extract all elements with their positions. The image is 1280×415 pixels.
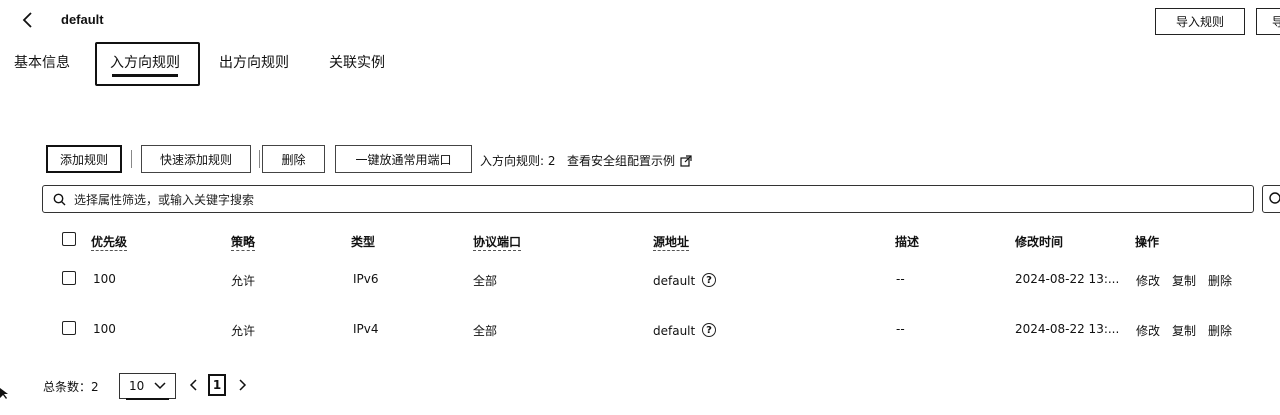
row-modified: 2024-08-22 13:... [1015, 322, 1120, 336]
tab-basic-info[interactable]: 基本信息 [14, 52, 70, 72]
col-header-desc: 描述 [895, 235, 920, 249]
delete-button[interactable]: 删除 [262, 145, 325, 173]
tab-associated-instances[interactable]: 关联实例 [329, 52, 385, 72]
row-priority: 100 [93, 272, 116, 286]
total-count: 总条数：2 [43, 380, 99, 394]
search-placeholder: 选择属性筛选，或输入关键字搜索 [74, 192, 255, 207]
toolbar-divider [131, 150, 132, 168]
import-rules-button[interactable]: 导入规则 [1155, 8, 1245, 35]
next-page-icon[interactable] [235, 376, 249, 394]
open-common-ports-button[interactable]: 一键放通常用端口 [335, 145, 472, 173]
chevron-down-icon [154, 382, 166, 390]
row-type: IPv4 [353, 322, 379, 336]
search-icon [1269, 192, 1280, 204]
search-icon [53, 193, 66, 205]
col-header-priority[interactable]: 优先级 [91, 235, 128, 251]
external-link-icon [680, 154, 692, 167]
search-submit-button[interactable] [1262, 185, 1280, 213]
row-checkbox[interactable] [62, 321, 76, 335]
tab-outbound-rules[interactable]: 出方向规则 [219, 52, 289, 72]
toolbar-divider [259, 150, 260, 168]
active-tab-indicator [112, 74, 178, 77]
col-header-modified: 修改时间 [1015, 235, 1064, 249]
col-header-actions: 操作 [1135, 235, 1160, 249]
page-size-select[interactable]: 10 [119, 373, 176, 400]
page-number-current[interactable]: 1 [208, 374, 226, 396]
page-size-underline [126, 398, 169, 400]
help-circle-icon[interactable]: ? [702, 323, 716, 337]
row-modified: 2024-08-22 13:... [1015, 272, 1120, 286]
help-circle-icon[interactable]: ? [702, 273, 716, 287]
row-delete-link[interactable]: 删除 [1208, 272, 1232, 289]
mouse-cursor-icon [0, 388, 8, 399]
quick-add-rule-button[interactable]: 快速添加规则 [141, 145, 251, 173]
col-header-type: 类型 [351, 235, 376, 249]
row-desc: -- [896, 322, 905, 336]
row-priority: 100 [93, 322, 116, 336]
security-group-example-link[interactable]: 查看安全组配置示例 [567, 152, 692, 169]
tab-inbound-rules[interactable]: 入方向规则 [110, 52, 180, 72]
row-policy: 允许 [231, 274, 256, 288]
row-delete-link[interactable]: 删除 [1208, 322, 1232, 339]
row-source: default [653, 274, 696, 288]
row-copy-link[interactable]: 复制 [1172, 272, 1196, 289]
add-rule-button[interactable]: 添加规则 [46, 145, 122, 173]
example-link-label[interactable]: 查看安全组配置示例 [567, 152, 675, 169]
search-input[interactable]: 选择属性筛选，或输入关键字搜索 [42, 185, 1254, 213]
row-source: default [653, 324, 696, 338]
row-copy-link[interactable]: 复制 [1172, 322, 1196, 339]
row-type: IPv6 [353, 272, 379, 286]
export-rules-button[interactable]: 导 [1256, 8, 1280, 35]
col-header-port[interactable]: 协议端口 [473, 235, 522, 251]
back-chevron-icon[interactable] [18, 8, 40, 32]
inbound-rule-count: 入方向规则: 2 [480, 154, 556, 168]
row-policy: 允许 [231, 324, 256, 338]
row-port: 全部 [473, 274, 498, 288]
select-all-checkbox[interactable] [62, 232, 76, 246]
col-header-source[interactable]: 源地址 [653, 235, 690, 251]
row-desc: -- [896, 272, 905, 286]
row-edit-link[interactable]: 修改 [1136, 272, 1160, 289]
prev-page-icon[interactable] [187, 376, 201, 394]
page-size-value: 10 [129, 379, 145, 393]
row-checkbox[interactable] [62, 271, 76, 285]
col-header-policy[interactable]: 策略 [231, 235, 256, 251]
row-edit-link[interactable]: 修改 [1136, 322, 1160, 339]
row-port: 全部 [473, 324, 498, 338]
page-title: default [61, 12, 104, 27]
